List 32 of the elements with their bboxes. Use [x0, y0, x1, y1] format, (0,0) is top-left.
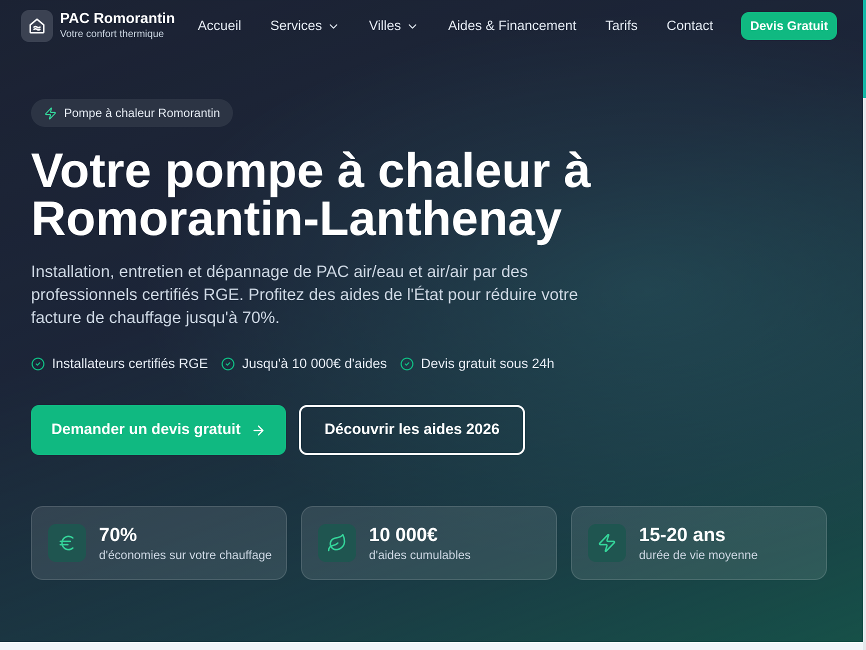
lightning-icon	[588, 524, 626, 562]
check-circle-icon	[31, 357, 45, 372]
nav-link[interactable]: Villes	[369, 16, 420, 36]
nav-link[interactable]: Contact	[666, 16, 714, 36]
scrollbar-thumb[interactable]	[863, 0, 866, 98]
hero-description: Installation, entretien et dépannage de PAC air/eau et air/air par des professionnels certifiés RGE. Profitez des aides de l'État pour réduire votre facture de chauffage jusqu'à 70%.	[31, 262, 579, 329]
arrow-right-icon	[250, 422, 266, 438]
highlight-text: Devis gratuit sous 24h	[420, 355, 554, 373]
hero-title: Votre pompe à chaleur à Romorantin-Lanthenay	[31, 147, 592, 243]
check-circle-icon	[221, 357, 236, 372]
leaf-icon	[318, 524, 356, 562]
brand-name[interactable]: PAC Romorantin	[60, 11, 175, 28]
lightning-icon	[44, 106, 57, 120]
aid-discover-button[interactable]: Découvrir les aides 2026	[299, 405, 525, 456]
badge-text: Pompe à chaleur Romorantin	[64, 105, 220, 122]
euro-icon	[48, 524, 86, 562]
highlight-text: Installateurs certifiés RGE	[52, 355, 208, 373]
stat-value: 15-20 ans	[639, 524, 727, 547]
stat-value: 10 000€	[369, 524, 439, 547]
highlight-text: Jusqu'à 10 000€ d'aides	[242, 355, 387, 373]
stat-label: d'économies sur votre chauffage	[99, 546, 272, 563]
nav-link[interactable]: Tarifs	[605, 16, 638, 36]
nav-link[interactable]: Aides & Financement	[448, 16, 576, 36]
stat-value: 70%	[99, 524, 138, 547]
check-circle-icon	[400, 357, 414, 372]
house-icon	[21, 10, 53, 42]
stat-label: durée de vie moyenne	[639, 546, 758, 563]
stat-label: d'aides cumulables	[369, 546, 471, 563]
brand-tagline: Votre confort thermique	[60, 28, 165, 41]
scrollbar-track[interactable]	[863, 0, 866, 650]
nav-link[interactable]: Accueil	[198, 16, 242, 36]
nav-link[interactable]: Services	[270, 16, 340, 36]
